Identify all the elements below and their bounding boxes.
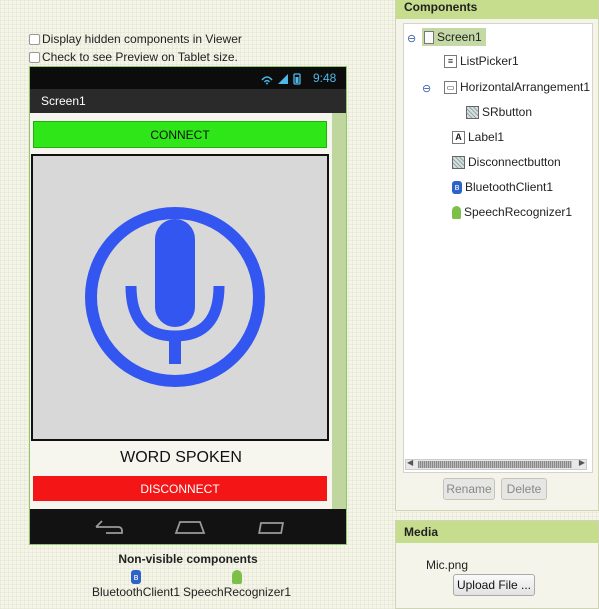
components-title: Components (396, 0, 598, 19)
status-icons (261, 73, 301, 85)
collapse-toggle-icon[interactable]: ⊖ (422, 82, 431, 95)
tree-item-listpicker1[interactable]: ≡ ListPicker1 (444, 54, 519, 68)
arrangement-icon: ▭ (444, 80, 457, 94)
checkbox-icon[interactable] (29, 33, 40, 45)
screen-title: Screen1 (41, 94, 86, 108)
collapse-toggle-icon[interactable]: ⊖ (407, 32, 416, 45)
bluetooth-icon: ʙ (452, 180, 462, 194)
screen-icon (424, 30, 434, 44)
tree-item-disconnectbutton[interactable]: Disconnectbutton (452, 155, 561, 169)
nonvisible-label: SpeechRecognizer1 (183, 585, 292, 599)
button-icon (466, 105, 479, 119)
tree-item-screen1[interactable]: Screen1 (422, 28, 486, 46)
scroll-left-icon[interactable]: ◀ (407, 458, 413, 467)
components-panel: Components ⊖ Screen1 ≡ ListPicker1 ⊖ ▭ H… (395, 0, 599, 511)
scroll-right-icon[interactable]: ▶ (579, 458, 585, 467)
speech-recognizer-button[interactable] (31, 154, 329, 441)
button-icon (452, 155, 465, 169)
nav-icons (95, 520, 285, 534)
screen-title-bar: Screen1 (30, 89, 346, 113)
component-tree: ⊖ Screen1 ≡ ListPicker1 ⊖ ▭ HorizontalAr… (403, 23, 593, 473)
tablet-preview-checkbox[interactable]: Check to see Preview on Tablet size. (29, 50, 238, 64)
label-icon: A (452, 130, 465, 144)
scrollbar-thumb[interactable] (418, 461, 572, 468)
hidden-components-label: Display hidden components in Viewer (42, 32, 242, 46)
screen-scrollbar[interactable] (332, 113, 346, 509)
hidden-components-checkbox[interactable]: Display hidden components in Viewer (29, 32, 242, 46)
bluetooth-icon: ʙ (131, 570, 142, 584)
back-icon (95, 520, 123, 534)
tree-item-speechrecognizer1[interactable]: SpeechRecognizer1 (452, 205, 572, 219)
navigation-bar (30, 509, 346, 544)
media-file-name[interactable]: Mic.png (426, 558, 468, 572)
nonvisible-label: BluetoothClient1 (92, 585, 181, 599)
recents-icon (258, 522, 285, 534)
android-icon (232, 570, 243, 584)
nonvisible-speech-recognizer[interactable]: SpeechRecognizer1 (183, 570, 291, 599)
nonvisible-components-title: Non-visible components (118, 552, 258, 566)
listpicker-icon: ≡ (444, 54, 457, 68)
disconnect-button[interactable]: DISCONNECT (33, 476, 327, 501)
checkbox-icon[interactable] (29, 51, 40, 63)
media-title: Media (396, 521, 598, 543)
tree-item-srbutton[interactable]: SRbutton (466, 105, 532, 119)
tablet-preview-label: Check to see Preview on Tablet size. (42, 50, 238, 64)
android-icon (452, 205, 461, 219)
rename-button[interactable]: Rename (443, 478, 495, 500)
word-spoken-label: WORD SPOKEN (120, 449, 242, 466)
tree-item-horizontalarrangement1[interactable]: ▭ HorizontalArrangement1 (444, 80, 590, 94)
home-icon (174, 521, 206, 534)
screen-body: CONNECT WORD SPOKEN DISCONNECT (30, 113, 332, 509)
nonvisible-bluetooth-client[interactable]: ʙ BluetoothClient1 (92, 570, 180, 599)
upload-file-button[interactable]: Upload File ... (453, 574, 535, 596)
phone-preview: 9:48 Screen1 CONNECT WORD SPOKEN DISCONN… (29, 66, 347, 545)
delete-button[interactable]: Delete (501, 478, 547, 500)
connect-button[interactable]: CONNECT (33, 121, 327, 148)
media-panel: Media Mic.png Upload File ... (395, 520, 599, 609)
microphone-icon (85, 207, 265, 387)
tree-item-label1[interactable]: A Label1 (452, 130, 504, 144)
tree-item-bluetoothclient1[interactable]: ʙ BluetoothClient1 (452, 180, 553, 194)
tree-horizontal-scrollbar[interactable]: ◀ ▶ (405, 458, 587, 470)
status-time: 9:48 (313, 71, 337, 85)
status-bar: 9:48 (30, 67, 346, 89)
